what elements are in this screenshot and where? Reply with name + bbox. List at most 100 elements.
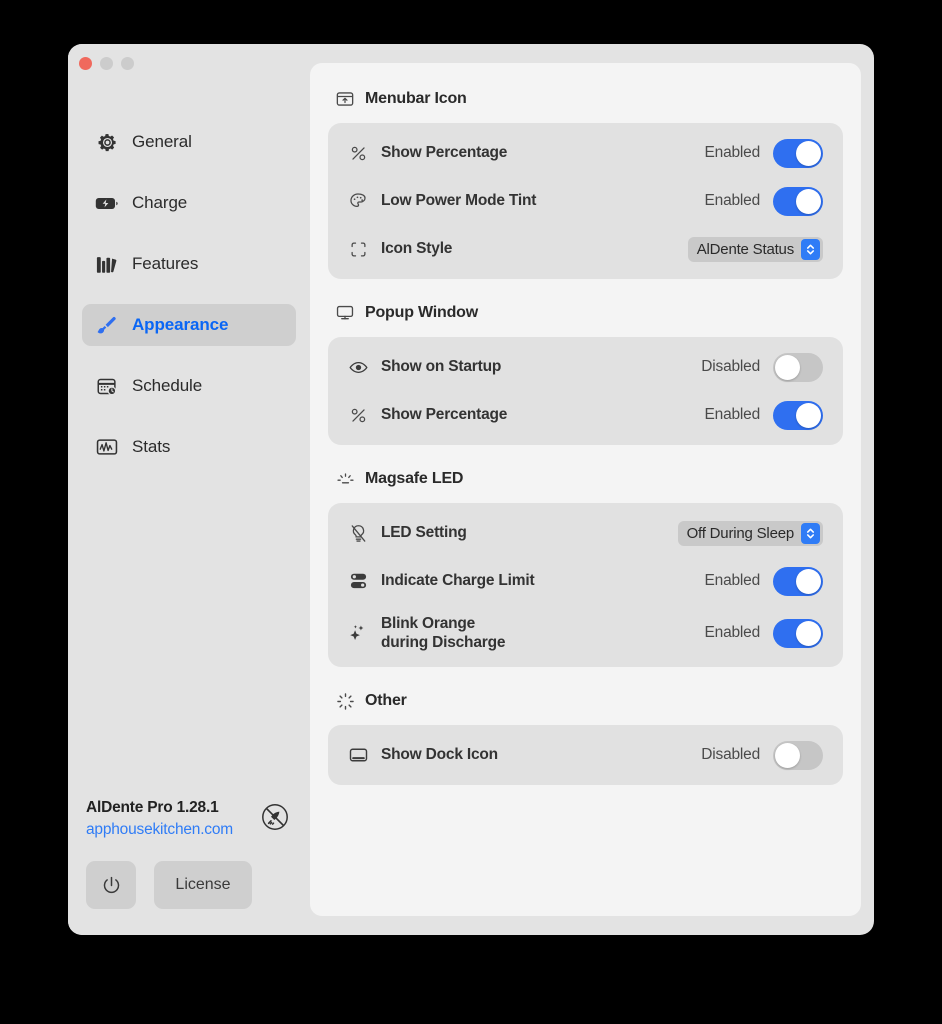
settings-card: Show on Startup Disabled Show Percentage… bbox=[328, 337, 843, 445]
menubar-icon bbox=[334, 89, 356, 109]
toggle-show-percentage-popup[interactable] bbox=[773, 400, 823, 430]
row-label-line1: Blink Orange bbox=[381, 614, 476, 632]
toggle-knob bbox=[796, 188, 821, 214]
zoom-window-button[interactable] bbox=[121, 57, 134, 70]
footer-buttons: License bbox=[86, 861, 292, 909]
section-header: Other bbox=[334, 691, 843, 711]
percent-icon bbox=[346, 142, 370, 164]
sidebar-nav: General Charge Features Appearance Sched… bbox=[68, 121, 310, 487]
settings-list: Menubar Icon Show Percentage Enabled Low… bbox=[310, 63, 861, 803]
spinner-rays-icon bbox=[334, 691, 356, 711]
sparkles-icon bbox=[346, 622, 370, 644]
section-title: Other bbox=[365, 692, 407, 709]
row-show-percentage: Show Percentage Enabled bbox=[328, 129, 843, 177]
row-low-power-mode-tint: Low Power Mode Tint Enabled bbox=[328, 177, 843, 225]
sidebar-item-appearance[interactable]: Appearance bbox=[82, 304, 296, 346]
percent-icon bbox=[346, 404, 370, 426]
lightbulb-slash-icon bbox=[346, 522, 370, 544]
sidebar: General Charge Features Appearance Sched… bbox=[68, 44, 310, 935]
toggle-knob bbox=[775, 742, 800, 768]
app-window: General Charge Features Appearance Sched… bbox=[68, 44, 874, 935]
row-label: LED Setting bbox=[381, 524, 467, 542]
row-label-line2: during Discharge bbox=[381, 634, 506, 651]
waveform-chart-icon bbox=[94, 436, 120, 458]
toggle-indicate-charge-limit[interactable] bbox=[773, 566, 823, 596]
row-led-setting: LED Setting Off During Sleep bbox=[328, 509, 843, 557]
toggle-show-dock-icon[interactable] bbox=[773, 740, 823, 770]
toggle-low-power-mode-tint[interactable] bbox=[773, 186, 823, 216]
row-label: Show Percentage bbox=[381, 144, 508, 162]
sidebar-item-label: Stats bbox=[132, 437, 171, 456]
row-label: Blink Orange during Discharge bbox=[381, 614, 505, 653]
section-title: Magsafe LED bbox=[365, 470, 464, 487]
gear-icon bbox=[94, 131, 120, 153]
content-panel: Menubar Icon Show Percentage Enabled Low… bbox=[310, 63, 861, 916]
app-version-label: AlDente Pro 1.28.1 bbox=[86, 799, 219, 817]
section-popup-window: Popup Window Show on Startup Disabled Sh… bbox=[328, 303, 843, 445]
viewfinder-icon bbox=[346, 238, 370, 260]
toggle-knob bbox=[796, 568, 821, 594]
eye-icon bbox=[346, 356, 370, 378]
row-show-percentage-popup: Show Percentage Enabled bbox=[328, 391, 843, 439]
section-header: Magsafe LED bbox=[334, 469, 843, 489]
toggle-knob bbox=[796, 402, 821, 428]
settings-card: LED Setting Off During Sleep Indicate Ch… bbox=[328, 503, 843, 667]
sidebar-item-label: Appearance bbox=[132, 315, 229, 334]
row-icon-style: Icon Style AlDente Status bbox=[328, 225, 843, 273]
row-state: Disabled bbox=[701, 746, 760, 763]
sidebar-item-charge[interactable]: Charge bbox=[82, 182, 296, 224]
about-text: AlDente Pro 1.28.1 apphousekitchen.com bbox=[86, 798, 233, 841]
row-blink-orange-during-discharge: Blink Orange during Discharge Enabled bbox=[328, 605, 843, 661]
row-state: Disabled bbox=[701, 358, 760, 375]
rocket-slash-icon[interactable] bbox=[260, 802, 290, 837]
website-link[interactable]: apphousekitchen.com bbox=[86, 821, 233, 838]
sidebar-item-label: Features bbox=[132, 254, 199, 273]
popup-led-setting[interactable]: Off During Sleep bbox=[677, 520, 823, 546]
chevron-up-down-icon bbox=[801, 238, 820, 260]
section-other: Other Show Dock Icon Disabled bbox=[328, 691, 843, 785]
battery-bolt-icon bbox=[94, 192, 120, 214]
books-icon bbox=[94, 253, 120, 275]
row-label: Show on Startup bbox=[381, 358, 502, 376]
popup-value: AlDente Status bbox=[696, 240, 794, 258]
sidebar-item-label: Schedule bbox=[132, 376, 203, 395]
section-title: Popup Window bbox=[365, 304, 478, 321]
settings-card: Show Percentage Enabled Low Power Mode T… bbox=[328, 123, 843, 279]
close-window-button[interactable] bbox=[79, 57, 92, 70]
row-state: Enabled bbox=[704, 192, 761, 209]
charge-limit-icon bbox=[346, 570, 370, 592]
row-label: Low Power Mode Tint bbox=[381, 192, 537, 210]
toggle-knob bbox=[775, 354, 800, 380]
sidebar-item-features[interactable]: Features bbox=[82, 243, 296, 285]
section-header: Menubar Icon bbox=[334, 89, 843, 109]
calendar-clock-icon bbox=[94, 375, 120, 397]
section-magsafe-led: Magsafe LED LED Setting Off During Sleep… bbox=[328, 469, 843, 667]
sidebar-item-label: General bbox=[132, 132, 192, 151]
paintbrush-icon bbox=[94, 314, 120, 336]
sidebar-item-schedule[interactable]: Schedule bbox=[82, 365, 296, 407]
toggle-knob bbox=[796, 620, 821, 646]
sidebar-item-stats[interactable]: Stats bbox=[82, 426, 296, 468]
about-block: AlDente Pro 1.28.1 apphousekitchen.com bbox=[86, 798, 292, 841]
toggle-blink-orange-during-discharge[interactable] bbox=[773, 618, 823, 648]
popup-value: Off During Sleep bbox=[686, 524, 795, 542]
traffic-lights bbox=[79, 57, 134, 70]
power-button[interactable] bbox=[86, 861, 136, 909]
row-label: Show Dock Icon bbox=[381, 746, 498, 764]
license-button[interactable]: License bbox=[154, 861, 252, 909]
section-menubar-icon: Menubar Icon Show Percentage Enabled Low… bbox=[328, 89, 843, 279]
dock-icon bbox=[346, 744, 370, 766]
popup-icon-style[interactable]: AlDente Status bbox=[687, 236, 823, 262]
section-header: Popup Window bbox=[334, 303, 843, 323]
minimize-window-button[interactable] bbox=[100, 57, 113, 70]
toggle-show-on-startup[interactable] bbox=[773, 352, 823, 382]
toggle-show-percentage-menubar[interactable] bbox=[773, 138, 823, 168]
toggle-knob bbox=[796, 140, 821, 166]
sidebar-item-general[interactable]: General bbox=[82, 121, 296, 163]
row-state: Enabled bbox=[704, 572, 761, 589]
sidebar-footer: AlDente Pro 1.28.1 apphousekitchen.com L… bbox=[68, 798, 310, 935]
row-label: Icon Style bbox=[381, 240, 453, 258]
row-show-on-startup: Show on Startup Disabled bbox=[328, 343, 843, 391]
light-rays-icon bbox=[334, 469, 356, 489]
row-label: Indicate Charge Limit bbox=[381, 572, 535, 590]
